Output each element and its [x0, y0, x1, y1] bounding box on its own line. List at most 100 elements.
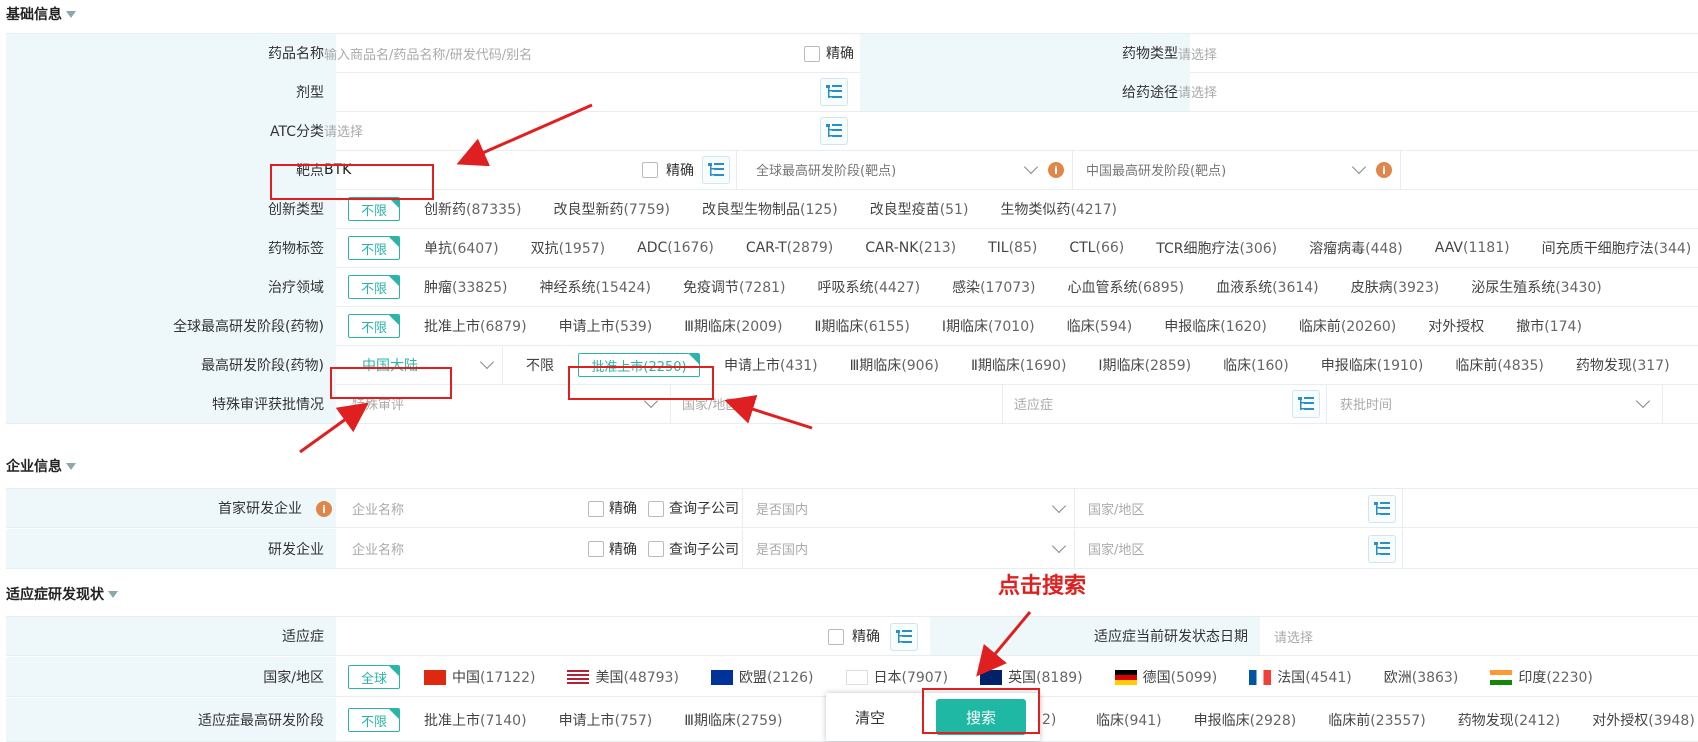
drug-name-exact-checkbox[interactable]	[804, 46, 820, 62]
filter-option[interactable]: 溶瘤病毒(448)	[1309, 238, 1403, 258]
filter-option[interactable]: 欧洲(3863)	[1384, 667, 1459, 687]
filter-option[interactable]: 撤市(174)	[1516, 316, 1582, 336]
target-global-stage-select[interactable]: 全球最高研发阶段(靶点)	[756, 150, 896, 189]
unlimited-tag[interactable]: 不限	[348, 236, 400, 260]
filter-option[interactable]: 批准上市(7140)	[424, 710, 527, 730]
indication-date-select[interactable]: 请选择	[1274, 617, 1313, 655]
filter-option[interactable]: 法国(4541)	[1249, 667, 1352, 687]
special-time-select[interactable]: 获批时间	[1340, 384, 1392, 423]
dev-company-input[interactable]: 企业名称	[352, 529, 404, 568]
filter-option[interactable]: 临床前(23557)	[1328, 710, 1425, 730]
filter-option[interactable]: 德国(5099)	[1114, 667, 1217, 687]
filter-option[interactable]: 临床前(4835)	[1455, 355, 1544, 375]
filter-option[interactable]: 双抗(1957)	[531, 238, 606, 258]
filter-option[interactable]: ADC(1676)	[637, 240, 714, 256]
drug-name-input[interactable]: 输入商品名/药品名称/研发代码/别名	[324, 34, 532, 72]
first-company-country-select[interactable]: 国家/地区	[1088, 489, 1144, 527]
max-stage-unlimited[interactable]: 不限	[526, 345, 554, 384]
filter-option[interactable]: 药物发现(2412)	[1458, 710, 1561, 730]
atc-select[interactable]: 请选择	[324, 111, 363, 150]
filter-option[interactable]: 对外授权	[1428, 316, 1484, 336]
all-tag[interactable]: 全球	[348, 665, 400, 689]
filter-option[interactable]: 申请上市(757)	[559, 710, 653, 730]
filter-option[interactable]: 临床前(20260)	[1299, 316, 1396, 336]
filter-option[interactable]: 临床(941)	[1096, 710, 1162, 730]
filter-option[interactable]: 对外授权(3948)	[1592, 710, 1695, 730]
dev-company-domestic-select[interactable]: 是否国内	[756, 529, 808, 568]
info-icon[interactable]: i	[1376, 162, 1392, 178]
filter-option[interactable]: 免疫调节(7281)	[683, 277, 786, 297]
filter-option[interactable]: 改良型疫苗(51)	[870, 199, 969, 219]
filter-option[interactable]: 申报临床(1910)	[1321, 355, 1424, 375]
unlimited-tag[interactable]: 不限	[348, 708, 400, 732]
filter-option[interactable]: 神经系统(15424)	[539, 277, 650, 297]
filter-option[interactable]: 生物类似药(4217)	[1000, 199, 1117, 219]
filter-option[interactable]: 申请上市(431)	[724, 355, 818, 375]
filter-option[interactable]: 药物发现(317)	[1576, 355, 1670, 375]
filter-option[interactable]: 英国(8189)	[980, 667, 1083, 687]
filter-option[interactable]: 肿瘤(33825)	[424, 277, 507, 297]
filter-option[interactable]: 泌尿生殖系统(3430)	[1471, 277, 1602, 297]
filter-option[interactable]: 欧盟(2126)	[710, 667, 814, 687]
dev-company-sub-checkbox[interactable]	[648, 541, 664, 557]
filter-option[interactable]: 临床(160)	[1223, 355, 1289, 375]
info-icon[interactable]: i	[1048, 162, 1064, 178]
filter-option[interactable]: 申报临床(2928)	[1194, 710, 1297, 730]
filter-option[interactable]: 改良型生物制品(125)	[702, 199, 838, 219]
filter-option[interactable]: Ⅰ期临床(7010)	[942, 316, 1035, 336]
tree-select-icon[interactable]	[820, 78, 848, 106]
filter-option[interactable]: 呼吸系统(4427)	[818, 277, 921, 297]
filter-option[interactable]: CAR-NK(213)	[865, 240, 956, 256]
filter-option[interactable]: Ⅰ期临床(2859)	[1098, 355, 1191, 375]
filter-option[interactable]: 感染(17073)	[952, 277, 1035, 297]
filter-option[interactable]: 皮肤病(3923)	[1351, 277, 1440, 297]
tree-select-icon[interactable]	[1292, 390, 1320, 418]
filter-option[interactable]: 中国(17122)	[424, 667, 535, 687]
filter-option[interactable]: 美国(48793)	[567, 667, 679, 687]
first-company-exact-checkbox[interactable]	[588, 501, 604, 517]
tree-select-icon[interactable]	[1368, 535, 1396, 563]
target-china-stage-select[interactable]: 中国最高研发阶段(靶点)	[1086, 150, 1226, 189]
filter-option[interactable]: AAV(1181)	[1435, 240, 1510, 256]
filter-option[interactable]: 改良型新药(7759)	[553, 199, 670, 219]
target-exact-checkbox[interactable]	[642, 162, 658, 178]
filter-option[interactable]: 申报临床(1620)	[1164, 316, 1267, 336]
drug-type-select[interactable]: 请选择	[1178, 34, 1217, 72]
dev-company-country-select[interactable]: 国家/地区	[1088, 529, 1144, 568]
special-indication-select[interactable]: 适应症	[1014, 384, 1053, 423]
filter-option[interactable]: Ⅲ期临床(2009)	[684, 316, 782, 336]
unlimited-tag[interactable]: 不限	[348, 275, 400, 299]
filter-option[interactable]: TCR细胞疗法(306)	[1156, 238, 1277, 258]
tree-select-icon[interactable]	[702, 156, 730, 184]
filter-option[interactable]: 创新药(87335)	[424, 199, 521, 219]
indication-exact-checkbox[interactable]	[828, 629, 844, 645]
filter-option[interactable]: Ⅱ期临床(6155)	[814, 316, 909, 336]
filter-option[interactable]: 印度(2230)	[1490, 667, 1593, 687]
filter-option[interactable]: Ⅲ期临床(906)	[850, 355, 939, 375]
first-company-input[interactable]: 企业名称	[352, 489, 404, 527]
clear-button[interactable]: 清空	[840, 701, 900, 733]
section-title-company[interactable]: 企业信息	[6, 456, 76, 476]
filter-option[interactable]: 临床(594)	[1067, 316, 1133, 336]
dev-company-exact-checkbox[interactable]	[588, 541, 604, 557]
filter-option[interactable]: Ⅱ期临床(1690)	[971, 355, 1066, 375]
filter-option[interactable]: 间充质干细胞疗法(344)	[1542, 238, 1692, 258]
filter-option[interactable]: 日本(7907)	[845, 667, 948, 687]
filter-option[interactable]: 申请上市(539)	[559, 316, 653, 336]
filter-option[interactable]: 心血管系统(6895)	[1068, 277, 1185, 297]
first-company-domestic-select[interactable]: 是否国内	[756, 489, 808, 527]
section-title-basic[interactable]: 基础信息	[6, 4, 76, 24]
route-select[interactable]: 请选择	[1178, 72, 1217, 111]
filter-option[interactable]: CTL(66)	[1069, 240, 1124, 256]
filter-option[interactable]: 血液系统(3614)	[1216, 277, 1319, 297]
filter-option[interactable]: 单抗(6407)	[424, 238, 499, 258]
tree-select-icon[interactable]	[820, 117, 848, 145]
tree-select-icon[interactable]	[890, 623, 918, 651]
filter-option[interactable]: TIL(85)	[988, 240, 1037, 256]
filter-option[interactable]: Ⅲ期临床(2759)	[684, 710, 782, 730]
filter-option[interactable]: CAR-T(2879)	[746, 240, 833, 256]
info-icon[interactable]: i	[316, 501, 332, 517]
unlimited-tag[interactable]: 不限	[348, 314, 400, 338]
first-company-sub-checkbox[interactable]	[648, 501, 664, 517]
filter-option[interactable]: 批准上市(6879)	[424, 316, 527, 336]
